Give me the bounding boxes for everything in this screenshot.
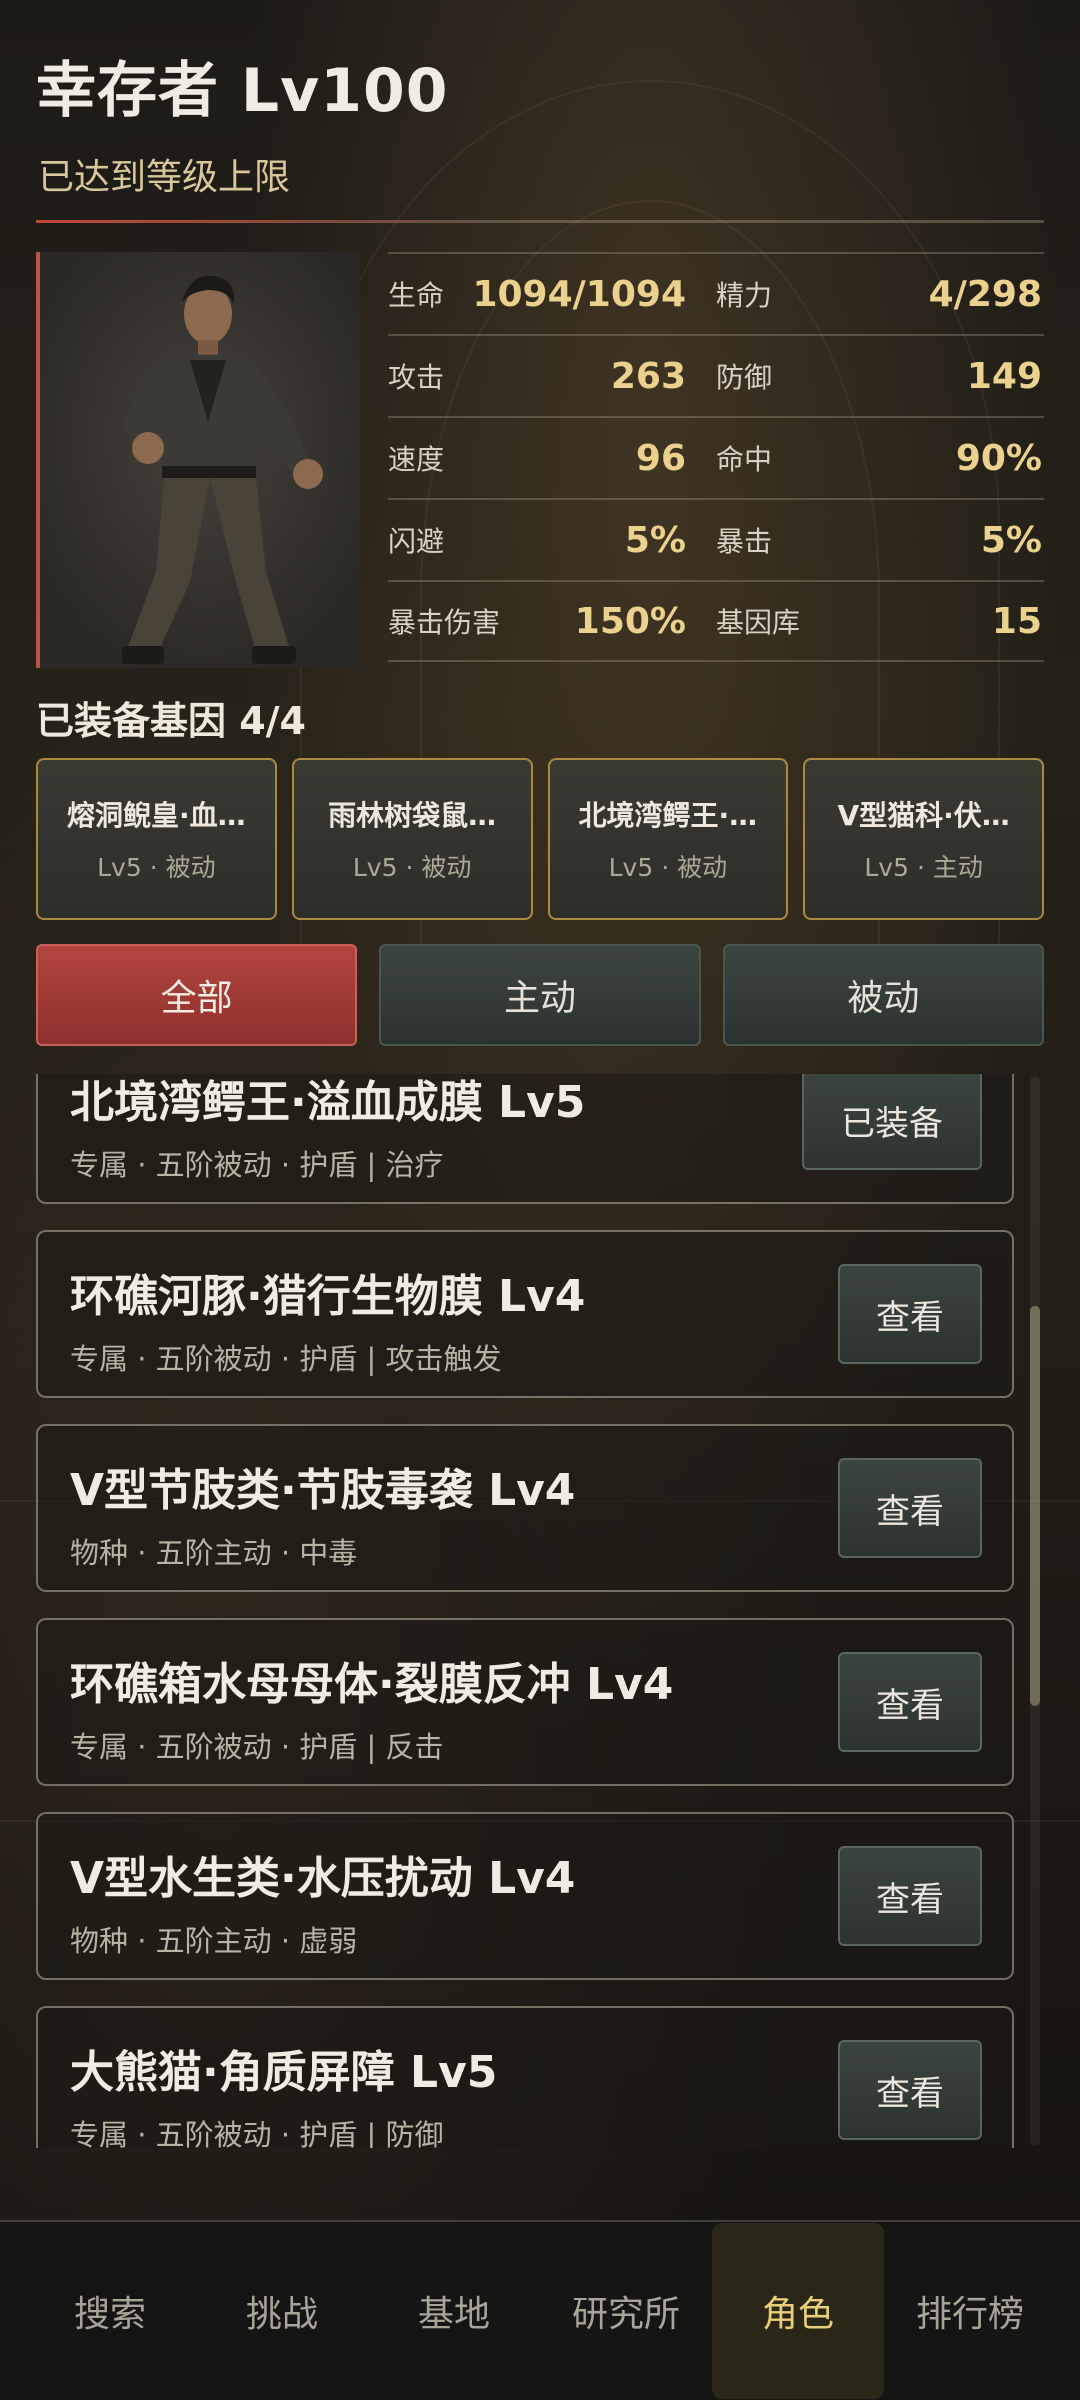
survivor-figure-icon [40,252,360,668]
equipped-genes-title: 已装备基因 4/4 [36,699,306,743]
stat-label: 暴击伤害 [388,606,501,639]
gene-slot-meta: Lv5 · 被动 [97,853,216,882]
gene-tags: 专属 · 五阶被动 · 护盾 | 反击 [70,1730,444,1764]
view-button[interactable]: 查看 [838,1652,982,1752]
stat-speed: 速度 96 [388,438,716,479]
stat-value: 4/298 [928,273,1042,315]
stat-row: 闪避 5% 暴击 5% [388,498,1044,580]
gene-slot-meta: Lv5 · 被动 [352,853,472,882]
stat-row: 生命 1094/1094 精力 4/298 [388,252,1044,334]
gene-name: V型节肢类·节肢毒袭 Lv4 [70,1465,576,1516]
stat-crit-damage: 暴击伤害 150% [388,601,716,642]
stat-attack: 攻击 263 [388,356,716,397]
gene-slot-name: 北境湾鳄王·… [578,799,758,832]
view-button[interactable]: 查看 [838,2040,982,2140]
nav-item-challenge[interactable]: 挑战 [196,2223,368,2399]
scrollbar-thumb[interactable] [1030,1306,1040,1706]
gene-slot-name: 雨林树袋鼠… [328,799,497,832]
gene-slot-meta: Lv5 · 主动 [864,853,983,882]
stat-label: 基因库 [716,606,801,639]
gene-name: 环礁河豚·猎行生物膜 Lv4 [70,1271,586,1322]
gene-slot[interactable]: 熔洞鲵皇·血… Lv5 · 被动 [36,758,277,920]
nav-item-institute[interactable]: 研究所 [540,2223,712,2399]
gene-slot[interactable]: V型猫科·伏… Lv5 · 主动 [803,758,1044,920]
gene-filter-tabs: 全部 主动 被动 [36,944,1044,1046]
stat-value: 5% [980,519,1042,561]
gene-name: 北境湾鳄王·溢血成膜 Lv5 [70,1077,586,1128]
page-title: 幸存者 Lv100 [36,56,449,126]
stat-dodge: 闪避 5% [388,520,716,561]
gene-slot-name: V型猫科·伏… [837,799,1010,832]
nav-item-leaderboard[interactable]: 排行榜 [884,2223,1056,2399]
stat-energy: 精力 4/298 [716,274,1044,315]
view-button[interactable]: 查看 [838,1264,982,1364]
stat-row: 暴击伤害 150% 基因库 15 [388,580,1044,662]
stat-defense: 防御 149 [716,356,1044,397]
stat-label: 命中 [716,443,773,476]
stat-value: 90% [955,437,1042,479]
gene-list[interactable]: 北境湾鳄王·溢血成膜 Lv5 专属 · 五阶被动 · 护盾 | 治疗 已装备 环… [36,1074,1044,2148]
gene-name: 大熊猫·角质屏障 Lv5 [70,2047,498,2098]
gene-slot-meta: Lv5 · 被动 [608,853,728,882]
gene-tags: 专属 · 五阶被动 · 护盾 | 攻击触发 [70,1342,502,1376]
stat-label: 攻击 [388,361,445,394]
view-button[interactable]: 查看 [838,1846,982,1946]
stat-value: 150% [574,600,686,642]
gene-slot[interactable]: 雨林树袋鼠… Lv5 · 被动 [291,758,533,920]
gene-name: 环礁箱水母母体·裂膜反冲 Lv4 [70,1659,674,1710]
nav-item-search[interactable]: 搜索 [24,2223,196,2399]
equipped-button[interactable]: 已装备 [802,1074,982,1170]
stat-crit: 暴击 5% [716,520,1044,561]
stat-hp: 生命 1094/1094 [388,274,716,315]
gene-slot[interactable]: 北境湾鳄王·… Lv5 · 被动 [547,758,789,920]
view-button[interactable]: 查看 [838,1458,982,1558]
bottom-nav: 搜索 挑战 基地 研究所 角色 排行榜 [0,2220,1080,2400]
gene-tags: 专属 · 五阶被动 · 护盾 | 治疗 [70,1148,444,1182]
stat-row: 攻击 263 防御 149 [388,334,1044,416]
stat-value: 263 [610,355,686,397]
stat-value: 5% [624,519,686,561]
stat-gene-bank: 基因库 15 [716,601,1044,642]
gene-card[interactable]: 大熊猫·角质屏障 Lv5 专属 · 五阶被动 · 护盾 | 防御 查看 [36,2006,1014,2148]
stat-value: 149 [966,355,1042,397]
stat-label: 生命 [388,279,445,312]
stat-label: 精力 [716,279,773,312]
filter-tab-passive[interactable]: 被动 [722,944,1044,1046]
filter-tab-all[interactable]: 全部 [36,944,358,1046]
nav-item-base[interactable]: 基地 [368,2223,540,2399]
gene-name: V型水生类·水压扰动 Lv4 [70,1853,576,1904]
gene-card[interactable]: 北境湾鳄王·溢血成膜 Lv5 专属 · 五阶被动 · 护盾 | 治疗 已装备 [36,1074,1014,1204]
stat-label: 防御 [716,361,773,394]
stat-value: 1094/1094 [472,273,686,315]
gene-tags: 物种 · 五阶主动 · 中毒 [70,1536,358,1570]
stat-accuracy: 命中 90% [716,438,1044,479]
stat-label: 闪避 [388,525,445,558]
filter-tab-active[interactable]: 主动 [379,944,701,1046]
stat-row: 速度 96 命中 90% [388,416,1044,498]
gene-tags: 专属 · 五阶被动 · 护盾 | 防御 [70,2118,444,2148]
gene-card[interactable]: 环礁箱水母母体·裂膜反冲 Lv4 专属 · 五阶被动 · 护盾 | 反击 查看 [36,1618,1014,1786]
stat-label: 速度 [388,443,445,476]
nav-item-character[interactable]: 角色 [712,2223,884,2399]
equipped-gene-slots: 熔洞鲵皇·血… Lv5 · 被动 雨林树袋鼠… Lv5 · 被动 北境湾鳄王·…… [36,758,1044,920]
stats-table: 生命 1094/1094 精力 4/298 攻击 263 防御 149 速度 9… [388,252,1044,662]
stat-label: 暴击 [716,525,773,558]
gene-tags: 物种 · 五阶主动 · 虚弱 [70,1924,358,1958]
gene-card[interactable]: 环礁河豚·猎行生物膜 Lv4 专属 · 五阶被动 · 护盾 | 攻击触发 查看 [36,1230,1014,1398]
gene-card[interactable]: V型水生类·水压扰动 Lv4 物种 · 五阶主动 · 虚弱 查看 [36,1812,1014,1980]
survivor-portrait [36,252,360,668]
gene-card[interactable]: V型节肢类·节肢毒袭 Lv4 物种 · 五阶主动 · 中毒 查看 [36,1424,1014,1592]
level-cap-text: 已达到等级上限 [38,157,291,198]
title-divider [36,220,1044,223]
gene-slot-name: 熔洞鲵皇·血… [67,799,246,832]
stat-value: 96 [635,437,686,479]
stat-value: 15 [991,600,1042,642]
